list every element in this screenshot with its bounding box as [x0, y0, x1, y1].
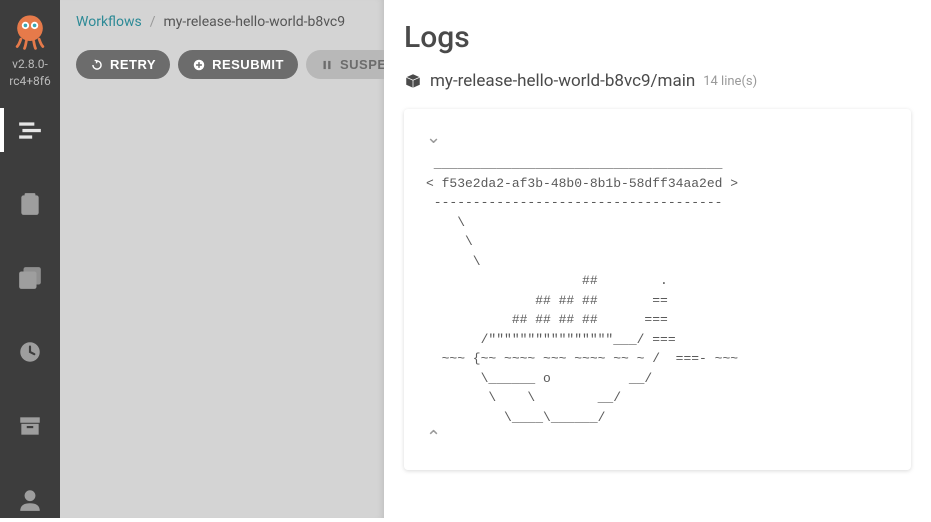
- plus-circle-icon: [192, 58, 206, 72]
- logs-title: Logs: [404, 20, 911, 55]
- chevron-up-icon[interactable]: ⌃: [426, 427, 889, 448]
- undo-icon: [90, 58, 104, 72]
- sidebar: v2.8.0-rc4+8f6: [0, 0, 60, 518]
- log-card: ⌄ _____________________________________ …: [404, 109, 911, 470]
- nav-user[interactable]: [8, 478, 52, 522]
- box-icon: [404, 72, 422, 90]
- workflow-panel: Workflows / my-release-hello-world-b8vc9…: [60, 0, 384, 518]
- breadcrumb-current: my-release-hello-world-b8vc9: [164, 14, 346, 30]
- logs-panel: Logs my-release-hello-world-b8vc9/main 1…: [384, 0, 931, 518]
- breadcrumb-root-link[interactable]: Workflows: [76, 14, 142, 30]
- nav-timeline[interactable]: [8, 108, 52, 152]
- retry-button[interactable]: RETRY: [76, 50, 170, 79]
- nav-archived-workflows[interactable]: [8, 404, 52, 448]
- nav-cron-workflows[interactable]: [8, 330, 52, 374]
- chevron-down-icon[interactable]: ⌄: [426, 127, 889, 148]
- action-bar: RETRY RESUBMIT SUSPEND: [60, 44, 384, 91]
- pause-icon: [320, 58, 334, 72]
- breadcrumb: Workflows / my-release-hello-world-b8vc9: [60, 0, 384, 44]
- pod-path: my-release-hello-world-b8vc9/main: [430, 71, 695, 91]
- logs-subtitle: my-release-hello-world-b8vc9/main 14 lin…: [404, 71, 911, 91]
- logo: [8, 8, 52, 52]
- breadcrumb-separator: /: [150, 14, 156, 30]
- log-content: _____________________________________ < …: [426, 154, 889, 427]
- version-label: v2.8.0-rc4+8f6: [7, 56, 52, 90]
- retry-label: RETRY: [110, 57, 156, 72]
- line-count: 14 line(s): [703, 74, 757, 89]
- nav-items: [0, 108, 60, 522]
- nav-cluster-templates[interactable]: [8, 256, 52, 300]
- resubmit-button[interactable]: RESUBMIT: [178, 50, 298, 79]
- nav-workflow-templates[interactable]: [8, 182, 52, 226]
- resubmit-label: RESUBMIT: [212, 57, 284, 72]
